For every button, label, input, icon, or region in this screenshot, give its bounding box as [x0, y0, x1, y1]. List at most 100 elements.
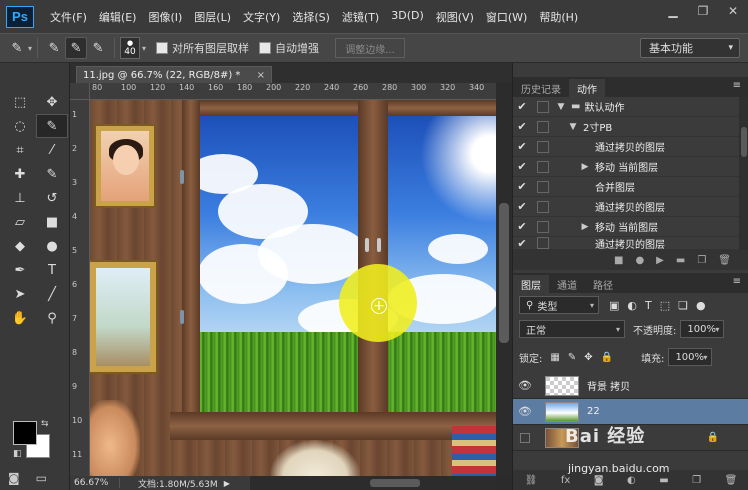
- menu-edit[interactable]: 编辑(E): [93, 9, 143, 25]
- preset-dropdown-arrow-icon[interactable]: ▾: [28, 44, 32, 53]
- close-tab-icon[interactable]: ×: [257, 70, 265, 81]
- visibility-eye-icon[interactable]: 👁: [513, 405, 537, 418]
- dialog-toggle-box[interactable]: [537, 200, 549, 213]
- menu-select[interactable]: 选择(S): [286, 9, 336, 25]
- dialog-toggle-box[interactable]: [537, 100, 549, 113]
- new-group-icon[interactable]: ▬: [659, 475, 668, 486]
- lock-position-icon[interactable]: ✥: [584, 352, 592, 363]
- healing-brush-tool-icon[interactable]: ✚: [4, 162, 36, 186]
- smart-object-filter-icon[interactable]: ❏: [678, 299, 688, 312]
- marquee-tool-icon[interactable]: ⬚: [4, 90, 36, 114]
- check-icon[interactable]: ✔: [513, 200, 531, 213]
- status-menu-arrow-icon[interactable]: ▶: [224, 479, 230, 488]
- layer-row[interactable]: 👁 背景 拷贝: [513, 373, 748, 399]
- layer-filter-select[interactable]: ⚲ 类型 ▾: [519, 296, 599, 314]
- default-colors-icon[interactable]: ◧: [13, 449, 22, 459]
- minimize-button[interactable]: ▁: [658, 0, 688, 22]
- checkbox-box[interactable]: [156, 42, 169, 54]
- tool-preset-brush-icon[interactable]: ✎: [6, 37, 28, 59]
- dialog-toggle-box[interactable]: [537, 140, 549, 153]
- panel-menu-icon[interactable]: ≡: [733, 276, 741, 287]
- new-selection-brush-icon[interactable]: ✎: [43, 37, 65, 59]
- history-brush-tool-icon[interactable]: ↺: [36, 186, 68, 210]
- menu-window[interactable]: 窗口(W): [480, 9, 533, 25]
- dialog-toggle-box[interactable]: [537, 180, 549, 193]
- tab-actions[interactable]: 动作: [569, 79, 605, 97]
- quick-mask-icon[interactable]: ◙: [8, 471, 20, 485]
- check-icon[interactable]: ✔: [513, 120, 531, 133]
- stop-icon[interactable]: ■: [614, 255, 623, 266]
- quick-selection-tool-icon[interactable]: ✎: [36, 114, 68, 138]
- brush-dropdown-arrow-icon[interactable]: ▾: [142, 44, 146, 53]
- refine-edge-button[interactable]: 调整边缘...: [335, 38, 406, 58]
- layer-row[interactable]: 👁 22: [513, 399, 748, 425]
- menu-filter[interactable]: 滤镜(T): [336, 9, 385, 25]
- hand-tool-icon[interactable]: ✋: [4, 306, 36, 330]
- pixel-filter-icon[interactable]: ▣: [609, 299, 619, 312]
- dialog-toggle-box[interactable]: [537, 237, 549, 249]
- menu-layer[interactable]: 图层(L): [188, 9, 237, 25]
- crop-tool-icon[interactable]: ⌗: [4, 138, 36, 162]
- action-row[interactable]: ✔ ▼ 2寸PB: [513, 117, 739, 137]
- subtract-selection-brush-icon[interactable]: ✎: [87, 37, 109, 59]
- tab-layers[interactable]: 图层: [513, 275, 549, 293]
- adjustment-filter-icon[interactable]: ◐: [627, 299, 637, 312]
- swap-colors-icon[interactable]: ⇆: [41, 419, 49, 429]
- action-row[interactable]: ✔ 通过拷贝的图层: [513, 197, 739, 217]
- canvas-horizontal-scrollbar[interactable]: [250, 476, 496, 490]
- ruler-origin[interactable]: [70, 83, 90, 100]
- lock-pixels-icon[interactable]: ✎: [568, 352, 576, 363]
- action-row[interactable]: ✔ 合并图层: [513, 177, 739, 197]
- play-icon[interactable]: ▶: [656, 255, 664, 266]
- vertical-ruler[interactable]: 1 2 3 4 5 6 7 8 9 10 11: [70, 100, 90, 476]
- sample-all-layers-checkbox[interactable]: 对所有图层取样: [156, 40, 249, 56]
- line-tool-icon[interactable]: ╱: [36, 282, 68, 306]
- menu-view[interactable]: 视图(V): [430, 9, 480, 25]
- expanded-triangle-icon[interactable]: ▼: [567, 122, 579, 132]
- zoom-level[interactable]: 66.67%: [70, 478, 120, 488]
- menu-3d[interactable]: 3D(D): [385, 9, 430, 25]
- canvas-vertical-scrollbar[interactable]: [496, 83, 512, 476]
- filter-toggle-icon[interactable]: ●: [696, 299, 706, 312]
- blur-tool-icon[interactable]: ◆: [4, 234, 36, 258]
- lasso-tool-icon[interactable]: ◌: [4, 114, 36, 138]
- screen-mode-icon[interactable]: ▭: [36, 471, 47, 485]
- check-icon[interactable]: ✔: [513, 220, 531, 233]
- action-row[interactable]: ✔ ▼ ▬ 默认动作: [513, 97, 739, 117]
- check-icon[interactable]: ✔: [513, 180, 531, 193]
- menu-image[interactable]: 图像(I): [142, 9, 188, 25]
- shape-filter-icon[interactable]: ⬚: [660, 299, 670, 312]
- trash-icon[interactable]: 🗑: [718, 255, 731, 266]
- menu-help[interactable]: 帮助(H): [533, 9, 584, 25]
- trash-icon[interactable]: 🗑: [725, 475, 738, 486]
- scroll-thumb[interactable]: [499, 203, 509, 343]
- layer-row[interactable]: 🔒: [513, 425, 748, 451]
- scroll-thumb[interactable]: [370, 479, 420, 487]
- tab-history[interactable]: 历史记录: [513, 79, 569, 97]
- check-icon[interactable]: ✔: [513, 237, 531, 249]
- type-filter-icon[interactable]: T: [645, 299, 652, 312]
- menu-file[interactable]: 文件(F): [44, 9, 93, 25]
- lock-all-icon[interactable]: 🔒: [601, 352, 613, 363]
- checkbox-box[interactable]: [259, 42, 272, 54]
- blend-mode-select[interactable]: 正常 ▾: [519, 320, 625, 338]
- check-icon[interactable]: ✔: [513, 160, 531, 173]
- lock-transparent-icon[interactable]: ▦: [550, 352, 559, 363]
- menu-type[interactable]: 文字(Y): [237, 9, 286, 25]
- expanded-triangle-icon[interactable]: ▼: [555, 102, 567, 112]
- auto-enhance-checkbox[interactable]: 自动增强: [259, 40, 319, 56]
- eyedropper-tool-icon[interactable]: ⁄: [36, 138, 68, 162]
- move-tool-icon[interactable]: ✥: [36, 90, 68, 114]
- adjustment-layer-icon[interactable]: ◐: [627, 475, 636, 486]
- dialog-toggle-box[interactable]: [537, 160, 549, 173]
- action-row[interactable]: ✔ ▶ 移动 当前图层: [513, 157, 739, 177]
- clone-stamp-tool-icon[interactable]: ⊥: [4, 186, 36, 210]
- check-icon[interactable]: ✔: [513, 140, 531, 153]
- link-layers-icon[interactable]: ⛓: [525, 475, 538, 486]
- pen-tool-icon[interactable]: ✒: [4, 258, 36, 282]
- visibility-toggle-box[interactable]: [520, 432, 530, 443]
- new-layer-icon[interactable]: ❐: [692, 475, 701, 486]
- tab-channels[interactable]: 通道: [549, 275, 585, 293]
- action-row[interactable]: ✔ 通过拷贝的图层: [513, 237, 739, 250]
- brush-tool-icon[interactable]: ✎: [36, 162, 68, 186]
